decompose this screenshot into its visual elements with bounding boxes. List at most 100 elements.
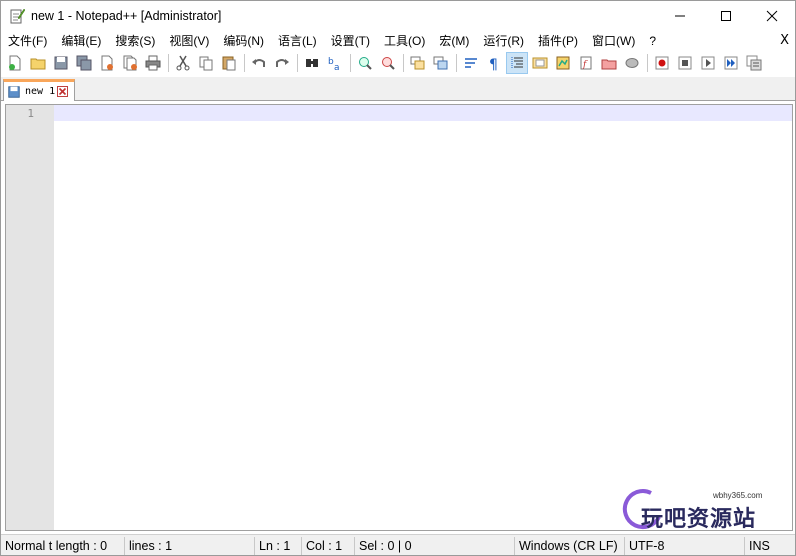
status-lines: lines : 1 (125, 537, 255, 555)
save-button[interactable] (50, 52, 72, 74)
record-macro-button[interactable] (651, 52, 673, 74)
save-all-button[interactable] (73, 52, 95, 74)
replace-button[interactable]: ba (324, 52, 346, 74)
toolbar-separator (456, 54, 457, 72)
line-number: 1 (27, 107, 34, 120)
sync-horizontal-button[interactable] (430, 52, 452, 74)
toolbar-separator (297, 54, 298, 72)
save-all-icon (76, 55, 92, 71)
zoom-out-icon (382, 57, 395, 70)
run-macro-multiple-icon (724, 56, 738, 70)
run-macro-multiple-button[interactable] (720, 52, 742, 74)
close-icon (766, 10, 778, 22)
menu-view[interactable]: 视图(V) (162, 31, 216, 51)
status-insert-mode: INS (749, 539, 770, 553)
user-defined-language-button[interactable] (529, 52, 551, 74)
menu-tools[interactable]: 工具(O) (377, 31, 432, 51)
svg-text:¶: ¶ (489, 57, 498, 71)
save-status-icon (8, 85, 20, 98)
window-title: new 1 - Notepad++ [Administrator] (31, 9, 222, 23)
find-icon (306, 59, 318, 67)
play-macro-button[interactable] (697, 52, 719, 74)
zoom-in-icon (359, 57, 372, 70)
tab-close-button[interactable] (57, 86, 69, 97)
open-file-button[interactable] (27, 52, 49, 74)
menu-run[interactable]: 运行(R) (476, 31, 531, 51)
undo-button[interactable] (248, 52, 270, 74)
document-map-button[interactable] (552, 52, 574, 74)
status-bar: Normal t length : 0 lines : 1 Ln : 1 Col… (1, 534, 795, 555)
print-button[interactable] (142, 52, 164, 74)
folder-as-workspace-button[interactable] (598, 52, 620, 74)
monitoring-button[interactable] (621, 52, 643, 74)
current-line-highlight (54, 105, 792, 121)
save-macro-icon (746, 55, 762, 71)
notepad-app-icon (9, 8, 26, 24)
new-file-button[interactable] (4, 52, 26, 74)
menu-edit[interactable]: 编辑(E) (54, 31, 108, 51)
close-document-button[interactable]: X (780, 31, 789, 51)
menu-window[interactable]: 窗口(W) (585, 31, 642, 51)
text-editor[interactable]: 1 (5, 104, 793, 531)
menu-language[interactable]: 语言(L) (271, 31, 324, 51)
maximize-icon (721, 11, 731, 21)
stop-macro-button[interactable] (674, 52, 696, 74)
function-list-icon: f (580, 56, 592, 70)
menu-plugins[interactable]: 插件(P) (531, 31, 585, 51)
undo-icon (252, 59, 265, 67)
word-wrap-icon (465, 58, 477, 68)
zoom-out-button[interactable] (377, 52, 399, 74)
close-icon (59, 87, 67, 96)
paste-icon (222, 56, 236, 71)
open-file-icon (30, 58, 46, 70)
cut-button[interactable] (172, 52, 194, 74)
function-list-button[interactable]: f (575, 52, 597, 74)
cut-icon (176, 55, 190, 71)
folder-as-workspace-icon (601, 59, 617, 70)
indent-guide-button[interactable] (506, 52, 528, 74)
line-number-gutter: 1 (6, 105, 54, 530)
title-bar: new 1 - Notepad++ [Administrator] (1, 1, 795, 31)
watermark-text: 玩吧资源站 (641, 507, 757, 532)
toolbar-separator (350, 54, 351, 72)
status-eol[interactable]: Windows (CR LF) (515, 537, 625, 555)
show-all-characters-icon: ¶ (489, 57, 498, 71)
close-file-icon (101, 55, 113, 71)
user-defined-language-icon (532, 57, 548, 69)
menu-file[interactable]: 文件(F) (1, 31, 54, 51)
copy-icon (199, 56, 213, 71)
menu-encoding[interactable]: 编码(N) (216, 31, 271, 51)
notepadpp-window: new 1 - Notepad++ [Administrator] 文件(F) … (0, 0, 796, 556)
find-button[interactable] (301, 52, 323, 74)
status-encoding[interactable]: UTF-8 (625, 537, 745, 555)
show-all-characters-button[interactable]: ¶ (483, 52, 505, 74)
close-button[interactable] (96, 52, 118, 74)
document-map-icon (556, 56, 570, 70)
menu-search[interactable]: 搜索(S) (108, 31, 162, 51)
tab-new-1[interactable]: new 1 (3, 79, 75, 101)
close-window-button[interactable] (749, 1, 795, 31)
zoom-in-button[interactable] (354, 52, 376, 74)
maximize-button[interactable] (703, 1, 749, 31)
save-macro-button[interactable] (743, 52, 765, 74)
copy-button[interactable] (195, 52, 217, 74)
toolbar-separator (168, 54, 169, 72)
menu-settings[interactable]: 设置(T) (324, 31, 377, 51)
menu-macro[interactable]: 宏(M) (432, 31, 476, 51)
watermark: wbhy365.com 玩吧资源站 (621, 487, 791, 532)
close-all-button[interactable] (119, 52, 141, 74)
status-col: Col : 1 (302, 537, 355, 555)
menu-help[interactable]: ? (642, 31, 663, 51)
record-macro-icon (655, 56, 669, 70)
paste-button[interactable] (218, 52, 240, 74)
print-icon (145, 55, 161, 71)
minimize-button[interactable] (657, 1, 703, 31)
indent-guide-icon (511, 57, 523, 69)
sync-vertical-button[interactable] (407, 52, 429, 74)
toolbar-separator (244, 54, 245, 72)
redo-button[interactable] (271, 52, 293, 74)
word-wrap-button[interactable] (460, 52, 482, 74)
replace-icon: ba (328, 57, 340, 71)
sync-horizontal-icon (433, 56, 448, 70)
save-icon (54, 56, 68, 70)
